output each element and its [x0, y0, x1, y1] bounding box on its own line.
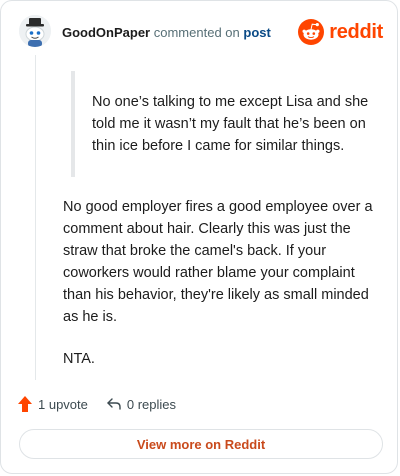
upvote-arrow-icon — [18, 396, 32, 412]
quote-bar — [71, 71, 75, 177]
embedded-comment-card: GoodOnPaper commented on post reddit No … — [0, 0, 398, 474]
view-more-button[interactable]: View more on Reddit — [19, 429, 383, 459]
thread-line — [35, 55, 36, 380]
reddit-wordmark: reddit — [329, 20, 383, 43]
post-link[interactable]: post — [243, 25, 270, 40]
upvote-count: 1 upvote — [38, 396, 88, 412]
comment-actions: 1 upvote 0 replies — [17, 393, 176, 415]
user-avatar[interactable] — [19, 15, 51, 47]
quoted-text: No one’s talking to me except Lisa and s… — [92, 94, 369, 154]
comment-body: No good employer fires a good employee o… — [63, 196, 373, 370]
reddit-logo[interactable]: reddit — [298, 15, 383, 49]
comment-header: GoodOnPaper commented on post reddit — [19, 15, 383, 55]
reply-arrow-icon — [107, 398, 121, 410]
action-text: commented on — [153, 25, 240, 40]
comment-meta: GoodOnPaper commented on post — [62, 25, 271, 40]
reddit-snoo-icon — [298, 19, 325, 45]
replies-button[interactable]: 0 replies — [106, 396, 176, 412]
username-link[interactable]: GoodOnPaper — [62, 25, 150, 40]
comment-paragraph: NTA. — [63, 351, 95, 367]
snoo-avatar-icon — [19, 15, 51, 47]
comment-paragraph: No good employer fires a good employee o… — [63, 199, 373, 325]
upvote-button[interactable]: 1 upvote — [17, 395, 88, 413]
replies-count: 0 replies — [126, 396, 177, 412]
